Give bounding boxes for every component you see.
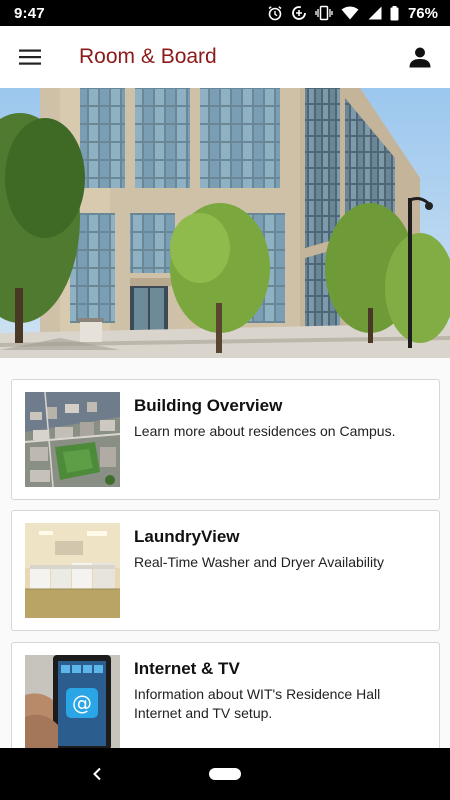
app-bar: Room & Board <box>0 26 450 88</box>
screen: 9:47 76% Room & Board Building Overview … <box>0 0 450 800</box>
battery-icon <box>390 5 399 21</box>
phone-internet-image: @ <box>25 655 120 748</box>
page-title: Room & Board <box>79 45 217 68</box>
status-icons: 76% <box>267 5 438 22</box>
status-bar: 9:47 76% <box>0 0 450 26</box>
card-laundryview[interactable]: LaundryView Real-Time Washer and Dryer A… <box>11 510 440 631</box>
wifi-icon <box>341 6 359 20</box>
home-pill-icon[interactable] <box>209 768 241 780</box>
system-nav-bar <box>0 748 450 800</box>
laundry-room-image <box>25 523 120 618</box>
hero-building-image <box>0 88 450 358</box>
card-description: Real-Time Washer and Dryer Availability <box>134 554 385 570</box>
card-internet-tv[interactable]: @ Internet & TV Information about WIT's … <box>11 642 440 748</box>
card-description: Information about WIT's Residence Hall I… <box>134 686 381 721</box>
card-title: LaundryView <box>134 527 240 546</box>
data-saver-icon <box>291 5 307 21</box>
battery-percent: 76% <box>407 4 438 22</box>
card-title: Building Overview <box>134 396 283 415</box>
card-description: Learn more about residences on Campus. <box>134 423 396 439</box>
alarm-icon <box>267 5 283 21</box>
person-icon[interactable] <box>390 26 450 88</box>
hamburger-menu-icon[interactable] <box>0 26 60 88</box>
content-list: Building Overview Learn more about resid… <box>0 358 450 748</box>
signal-icon <box>367 6 382 20</box>
vibrate-icon <box>315 5 333 21</box>
svg-text:@: @ <box>72 691 92 715</box>
card-title: Internet & TV <box>134 659 240 678</box>
card-building-overview[interactable]: Building Overview Learn more about resid… <box>11 379 440 500</box>
status-time: 9:47 <box>14 4 45 22</box>
back-chevron-icon[interactable] <box>84 762 110 786</box>
aerial-campus-image <box>25 392 120 487</box>
